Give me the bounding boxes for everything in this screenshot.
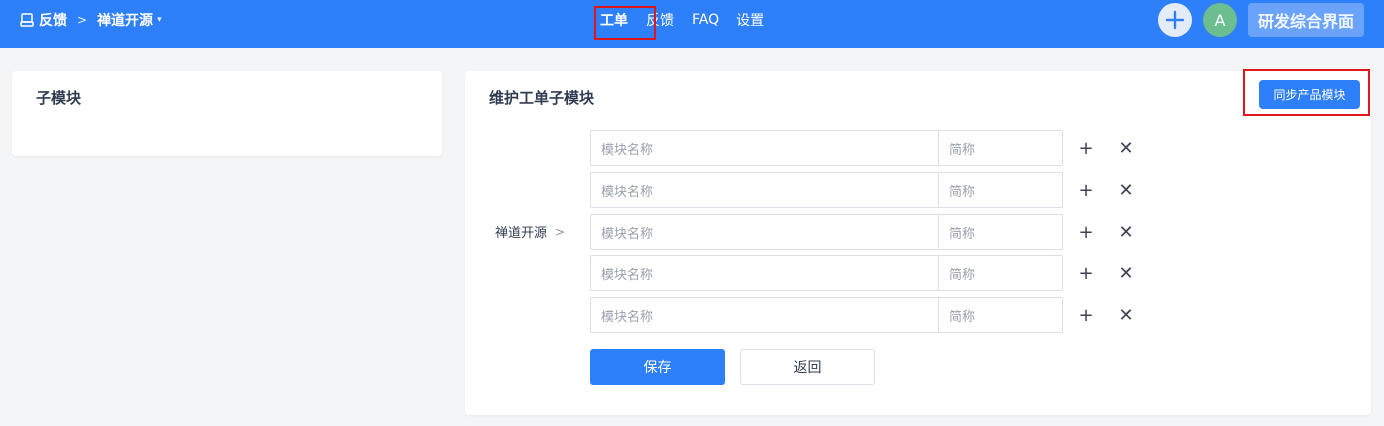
left-panel-title: 子模块 [36,89,82,107]
remove-row-icon[interactable]: ✕ [1118,222,1134,243]
submodule-tree-panel: 子模块 [12,71,442,156]
back-button[interactable]: 返回 [740,349,875,385]
chevron-right-icon: > [555,224,566,239]
chevron-down-icon[interactable]: ▾ [157,15,162,25]
workspace-switch-button[interactable]: 研发综合界面 [1247,3,1364,37]
module-abbr-input[interactable]: 简称 [938,297,1063,333]
breadcrumb: 反馈 > 禅道开源 ▾ [20,0,162,40]
save-button[interactable]: 保存 [590,349,725,385]
module-name-input[interactable]: 模块名称 [590,130,938,166]
module-row: 模块名称 简称 [590,130,1063,166]
module-name-input[interactable]: 模块名称 [590,214,938,250]
breadcrumb-separator: > [77,13,88,27]
remove-row-icon[interactable]: ✕ [1118,263,1134,284]
module-abbr-input[interactable]: 简称 [938,214,1063,250]
product-node-label: 禅道开源 [495,226,548,241]
module-abbr-input[interactable]: 简称 [938,255,1063,291]
maintain-submodule-panel: 维护工单子模块 同步产品模块 禅道开源 > 模块名称 简称 + ✕ 模块名称 简… [465,71,1371,415]
module-row: 模块名称 简称 [590,214,1063,250]
add-row-icon[interactable]: + [1078,222,1094,243]
create-button[interactable] [1157,3,1192,37]
module-name-input[interactable]: 模块名称 [590,172,938,208]
module-name-input[interactable]: 模块名称 [590,297,938,333]
nav-settings[interactable]: 设置 [736,10,764,30]
module-row: 模块名称 简称 [590,255,1063,291]
breadcrumb-root[interactable]: 反馈 [39,10,67,30]
header-actions: A 研发综合界面 [1157,3,1364,37]
page-title: 维护工单子模块 [489,89,595,107]
annotation-box-sync-button [1243,69,1370,116]
nav-faq[interactable]: FAQ [692,12,719,28]
module-abbr-input[interactable]: 简称 [938,130,1063,166]
product-node[interactable]: 禅道开源 > [495,222,566,242]
add-row-icon[interactable]: + [1078,138,1094,159]
module-abbr-input[interactable]: 简称 [938,172,1063,208]
remove-row-icon[interactable]: ✕ [1118,305,1134,326]
product-switcher[interactable]: 禅道开源 [97,10,153,30]
module-name-input[interactable]: 模块名称 [590,255,938,291]
add-row-icon[interactable]: + [1078,263,1094,284]
annotation-box-nav-ticket [594,6,656,40]
plus-icon [1165,10,1185,30]
add-row-icon[interactable]: + [1078,180,1094,201]
feedback-app-icon [20,13,34,27]
module-row: 模块名称 简称 [590,297,1063,333]
remove-row-icon[interactable]: ✕ [1118,138,1134,159]
remove-row-icon[interactable]: ✕ [1118,180,1134,201]
module-row: 模块名称 简称 [590,172,1063,208]
top-header: 反馈 > 禅道开源 ▾ 工单 反馈 FAQ 设置 A 研发综合界面 [0,0,1384,48]
add-row-icon[interactable]: + [1078,305,1094,326]
user-avatar[interactable]: A [1202,3,1237,37]
